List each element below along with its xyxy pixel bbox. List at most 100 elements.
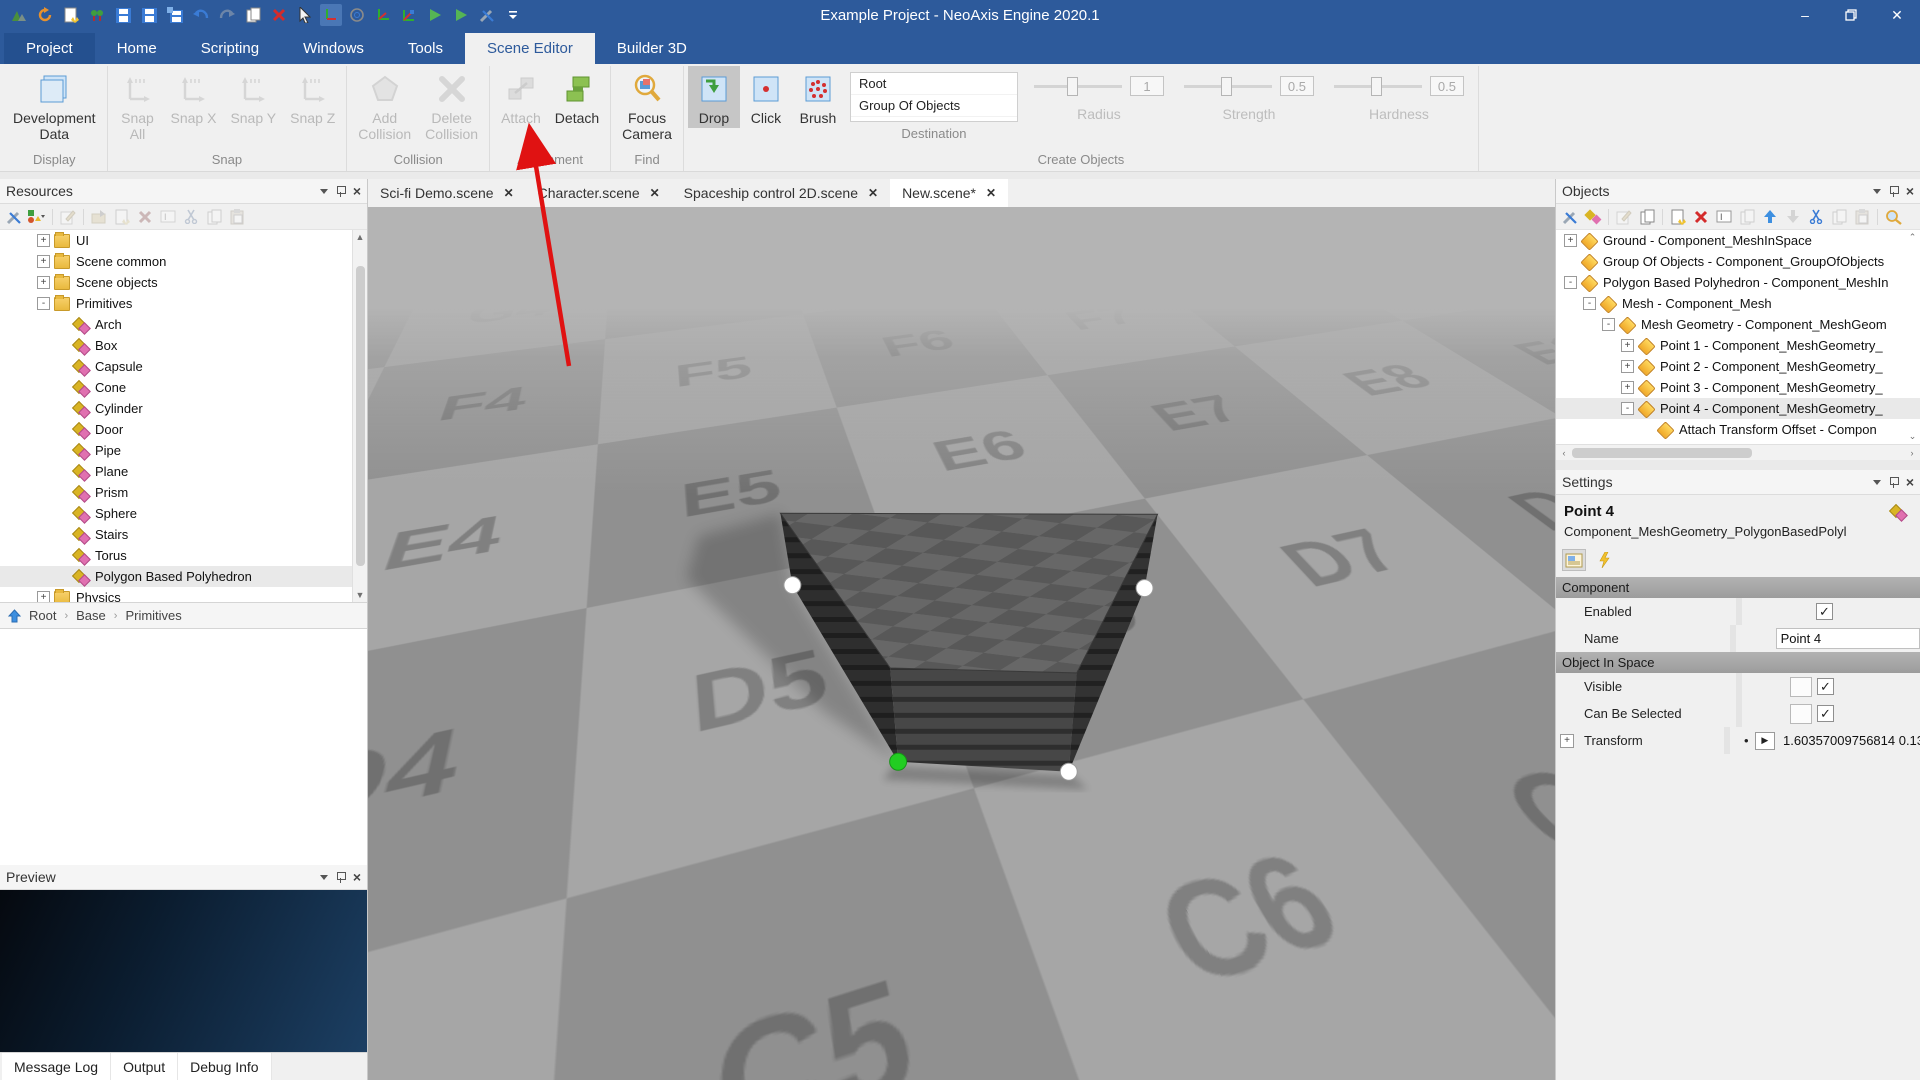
radius-slider-track[interactable]: [1033, 76, 1122, 96]
bottom-tab-debug-info[interactable]: Debug Info: [178, 1053, 272, 1080]
close-tab-icon[interactable]: ✕: [504, 186, 514, 200]
panel-splitter[interactable]: [1556, 460, 1920, 470]
hardness-value[interactable]: 0.5: [1429, 76, 1464, 96]
close-tab-icon[interactable]: ✕: [868, 186, 878, 200]
duplicate-button[interactable]: [1637, 207, 1657, 227]
save-as-button[interactable]: [138, 4, 160, 26]
tree-item-arch[interactable]: Arch: [0, 314, 367, 335]
breadcrumb-base[interactable]: Base: [76, 608, 106, 623]
pin-icon[interactable]: [336, 871, 346, 883]
move-up-button[interactable]: [1760, 207, 1780, 227]
find-object-button[interactable]: [1883, 207, 1903, 227]
pin-icon[interactable]: [1889, 185, 1899, 197]
bottom-tab-output[interactable]: Output: [111, 1053, 179, 1080]
scroll-down-icon[interactable]: ▼: [356, 590, 365, 600]
strength-slider-thumb[interactable]: [1220, 76, 1232, 96]
expand-icon[interactable]: +: [1560, 733, 1574, 748]
default-value-box[interactable]: [1790, 676, 1812, 697]
tree-item-scene-objects[interactable]: + Scene objects: [0, 272, 367, 293]
expand-value-button[interactable]: ▶: [1754, 731, 1776, 750]
expand-icon[interactable]: +: [1621, 339, 1634, 352]
radius-slider-thumb[interactable]: [1067, 76, 1079, 96]
snap-all-button[interactable]: Snap All: [112, 66, 164, 144]
run-button[interactable]: [450, 4, 472, 26]
panel-menu-icon[interactable]: [1872, 188, 1881, 194]
properties-button[interactable]: [1562, 549, 1586, 571]
doc-tab-character-scene[interactable]: Character.scene ✕: [526, 179, 672, 207]
hardness-slider-track[interactable]: [1333, 76, 1422, 96]
panel-menu-icon[interactable]: [1872, 479, 1881, 485]
doc-tab-sci-fi-demo-scene[interactable]: Sci-fi Demo.scene ✕: [368, 179, 526, 207]
transform-value[interactable]: 1.60357009756814 0.137: [1783, 733, 1920, 748]
destination-item[interactable]: Root: [850, 73, 1017, 95]
polyhedron-mesh[interactable]: [368, 207, 1555, 1080]
close-icon[interactable]: ×: [1906, 184, 1914, 198]
select-button[interactable]: [294, 4, 316, 26]
panel-menu-icon[interactable]: [319, 188, 328, 194]
expand-icon[interactable]: +: [1564, 234, 1577, 247]
tree-item-plane[interactable]: Plane: [0, 461, 367, 482]
scroll-up-icon[interactable]: ▲: [356, 232, 365, 242]
name-input[interactable]: Point 4: [1775, 628, 1920, 649]
expand-icon[interactable]: +: [1621, 360, 1634, 373]
tree-item-primitives[interactable]: - Primitives: [0, 293, 367, 314]
visible-checkbox[interactable]: ✓: [1817, 678, 1834, 695]
breadcrumb-primitives[interactable]: Primitives: [125, 608, 181, 623]
expand-icon[interactable]: +: [37, 276, 50, 289]
tree-item-point-2-component-meshgeometry[interactable]: + Point 2 - Component_MeshGeometry_: [1556, 356, 1920, 377]
neoaxis-logo-button[interactable]: [8, 4, 30, 26]
expand-icon[interactable]: +: [37, 234, 50, 247]
shapes-dropdown-button[interactable]: [27, 207, 47, 227]
scene-viewport[interactable]: B1B2B3B4B5B6B7B8B1B2B3B4B5B6B7B8B1B2B3B4…: [368, 207, 1555, 1080]
collapse-icon[interactable]: -: [1621, 402, 1634, 415]
close-icon[interactable]: ×: [353, 184, 361, 198]
move-button[interactable]: [320, 4, 342, 26]
breadcrumb-root[interactable]: Root: [29, 608, 56, 623]
rotate-button[interactable]: [372, 4, 394, 26]
tree-item-ui[interactable]: + UI: [0, 230, 367, 251]
ribbon-tab-windows[interactable]: Windows: [281, 33, 386, 64]
scrollbar-thumb[interactable]: [1572, 447, 1752, 458]
focus-camera-button[interactable]: Focus Camera: [615, 66, 679, 144]
development-data-button[interactable]: Development Data: [6, 66, 103, 144]
snap-z-button[interactable]: Snap Z: [283, 66, 342, 128]
tree-item-torus[interactable]: Torus: [0, 545, 367, 566]
strength-value[interactable]: 0.5: [1279, 76, 1314, 96]
enabled-checkbox[interactable]: ✓: [1816, 603, 1833, 620]
tree-item-cone[interactable]: Cone: [0, 377, 367, 398]
clone-button[interactable]: [1737, 207, 1757, 227]
collapse-icon[interactable]: -: [37, 297, 50, 310]
rename-button[interactable]: I: [158, 207, 178, 227]
cut-button[interactable]: [181, 207, 201, 227]
objects-scrollbar[interactable]: ⌃ ⌄: [1905, 230, 1920, 444]
click-button[interactable]: Click: [740, 66, 792, 128]
panel-menu-icon[interactable]: [319, 874, 328, 880]
snap-x-button[interactable]: Snap X: [164, 66, 224, 128]
tree-item-capsule[interactable]: Capsule: [0, 356, 367, 377]
destination-item[interactable]: Group Of Objects: [850, 95, 1017, 117]
detach-button[interactable]: Detach: [548, 66, 606, 128]
drop-button[interactable]: Drop: [687, 66, 740, 128]
edit-button[interactable]: [58, 207, 78, 227]
default-value-box[interactable]: [1790, 703, 1812, 724]
move-down-button[interactable]: [1783, 207, 1803, 227]
vertex-handle[interactable]: [1059, 762, 1078, 781]
pin-icon[interactable]: [336, 185, 346, 197]
tree-item-stairs[interactable]: Stairs: [0, 524, 367, 545]
restore-button[interactable]: [1828, 0, 1874, 30]
tree-item-door[interactable]: Door: [0, 419, 367, 440]
scroll-right-icon[interactable]: ›: [1906, 448, 1918, 458]
tree-item-prism[interactable]: Prism: [0, 482, 367, 503]
tree-item-ground-component-meshinspace[interactable]: + Ground - Component_MeshInSpace: [1556, 230, 1920, 251]
can-be-selected-checkbox[interactable]: ✓: [1817, 705, 1834, 722]
ribbon-tab-scripting[interactable]: Scripting: [179, 33, 281, 64]
expand-icon[interactable]: +: [37, 255, 50, 268]
copy-button[interactable]: [1829, 207, 1849, 227]
tree-item-physics[interactable]: + Physics: [0, 587, 367, 602]
bottom-tab-message-log[interactable]: Message Log: [2, 1053, 112, 1080]
collapse-icon[interactable]: -: [1602, 318, 1615, 331]
tree-item-polygon-based-polyhedron[interactable]: Polygon Based Polyhedron: [0, 566, 367, 587]
up-level-icon[interactable]: [8, 608, 21, 623]
scale-button[interactable]: [398, 4, 420, 26]
ribbon-tab-home[interactable]: Home: [95, 33, 179, 64]
